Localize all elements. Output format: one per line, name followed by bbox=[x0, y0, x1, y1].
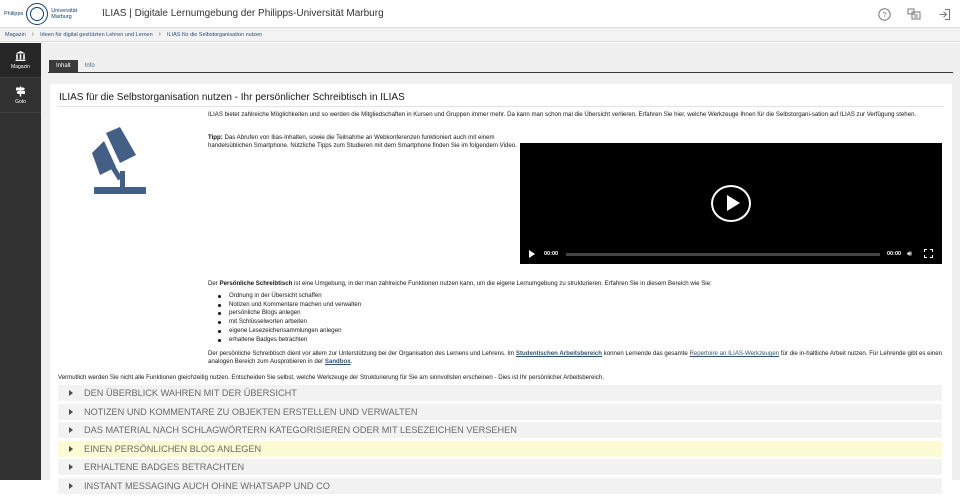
accordion-label: INSTANT MESSAGING AUCH OHNE WHATSAPP UND… bbox=[84, 480, 330, 491]
caret-right-icon bbox=[58, 481, 84, 491]
breadcrumb: Magazin › Ideen für digital gestützten L… bbox=[0, 28, 960, 42]
main-content: Inhalt Info ILIAS für die Selbstorganisa… bbox=[41, 43, 960, 494]
caret-right-icon bbox=[58, 388, 84, 398]
tab-underline bbox=[48, 72, 953, 73]
library-icon bbox=[15, 51, 26, 61]
feature-list: Ordnung in der Übersicht schaffen Notize… bbox=[216, 292, 361, 344]
accordion-label: EINEN PERSÖNLICHEN BLOG ANLEGEN bbox=[84, 443, 262, 454]
accordion-item-blog[interactable]: EINEN PERSÖNLICHEN BLOG ANLEGEN bbox=[58, 440, 942, 457]
video-current-time: 00:00 bbox=[544, 251, 559, 257]
video-total-time: 00:00 bbox=[887, 251, 902, 257]
logout-icon[interactable] bbox=[936, 6, 952, 22]
sidebar-item-goto[interactable]: Goto bbox=[0, 78, 41, 113]
list-item: mit Schlüsselworten arbeiten bbox=[216, 318, 361, 327]
desk-lamp-icon bbox=[92, 127, 146, 194]
sidebar-item-magazin[interactable]: Magazin bbox=[0, 43, 41, 78]
list-item: Ordnung in der Übersicht schaffen bbox=[216, 292, 361, 301]
desk-pre-text: Der bbox=[208, 280, 220, 287]
app-title: ILIAS | Digitale Lernumgebung der Philip… bbox=[102, 8, 384, 19]
desk-post-text: ist eine Umgebung, in der man zahlreiche… bbox=[292, 280, 712, 287]
logo-text-philipps: Philipps bbox=[4, 11, 24, 17]
accordion-item-uebersicht[interactable]: DEN ÜBERBLICK WAHREN MIT DER ÜBERSICHT bbox=[58, 385, 942, 401]
accordion-item-badges[interactable]: ERHALTENE BADGES BETRACHTEN bbox=[58, 459, 942, 475]
sidebar-item-label: Magazin bbox=[11, 64, 30, 70]
page-title: ILIAS für die Selbstorganisation nutzen … bbox=[59, 92, 405, 103]
breadcrumb-ideen[interactable]: Ideen für digital gestützten Lehren und … bbox=[40, 32, 153, 38]
video-progress-bar[interactable] bbox=[566, 253, 880, 256]
accordion-item-schlagwoerter[interactable]: DAS MATERIAL NACH SCHLAGWÖRTERN KATEGORI… bbox=[58, 422, 942, 438]
desk-term: Persönliche Schreibtisch bbox=[219, 280, 293, 287]
support-text-4: . bbox=[350, 358, 353, 366]
tip-label: Tipp: bbox=[208, 134, 223, 141]
main-sidebar: Magazin Goto bbox=[0, 43, 41, 480]
university-logo[interactable]: Philipps Universität Marburg bbox=[4, 2, 86, 26]
ilias-werkzeuge-link[interactable]: Repertoire an ILIAS-Werkzeugen bbox=[689, 350, 779, 357]
caret-right-icon bbox=[58, 462, 84, 472]
title-divider bbox=[58, 106, 944, 107]
list-item: erhaltene Badges betrachten bbox=[216, 336, 361, 345]
accordion: DEN ÜBERBLICK WAHREN MIT DER ÜBERSICHT N… bbox=[58, 385, 942, 496]
list-item: eigene Lesezeichensammlungen anlegen bbox=[216, 327, 361, 336]
closing-text: Vermutlich werden Sie nicht alle Funktio… bbox=[58, 374, 604, 381]
university-seal-icon bbox=[26, 3, 49, 25]
content-panel: ILIAS für die Selbstorganisation nutzen … bbox=[50, 84, 952, 494]
tip-text: Das Abrufen von Ilias-Inhalten, sowie di… bbox=[208, 134, 517, 150]
accordion-label: DEN ÜBERBLICK WAHREN MIT DER ÜBERSICHT bbox=[84, 388, 297, 398]
accordion-item-notizen[interactable]: NOTIZEN UND KOMMENTARE ZU OBJEKTEN ERSTE… bbox=[58, 403, 942, 420]
support-paragraph: Der persönliche Schreibtisch dient vor a… bbox=[208, 350, 948, 367]
logo-text-marburg: Marburg bbox=[51, 14, 72, 20]
support-text-1: Der persönliche Schreibtisch dient vor a… bbox=[208, 350, 516, 357]
chevron-right-icon: › bbox=[158, 31, 162, 38]
logo-text-university: Universität Marburg bbox=[51, 8, 77, 20]
accordion-label: NOTIZEN UND KOMMENTARE ZU OBJEKTEN ERSTE… bbox=[84, 406, 418, 417]
caret-right-icon bbox=[58, 407, 84, 417]
support-text-2: konnen Lernende das gesamte bbox=[602, 350, 690, 357]
tab-bar: Inhalt Info bbox=[49, 60, 102, 72]
notifications-icon[interactable] bbox=[906, 6, 922, 22]
tab-info[interactable]: Info bbox=[78, 60, 102, 72]
sidebar-item-label: Goto bbox=[15, 99, 26, 105]
sandbox-link[interactable]: Sandbox bbox=[325, 358, 351, 365]
accordion-label: DAS MATERIAL NACH SCHLAGWÖRTERN KATEGORI… bbox=[84, 425, 517, 435]
tab-inhalt[interactable]: Inhalt bbox=[49, 60, 78, 72]
intro-text: ILIAS bietet zahlreiche Möglichkeiten un… bbox=[208, 111, 917, 118]
top-header: Philipps Universität Marburg ILIAS | Dig… bbox=[0, 0, 960, 28]
play-overlay-icon[interactable] bbox=[711, 185, 751, 222]
signpost-icon bbox=[16, 86, 25, 97]
caret-right-icon bbox=[58, 425, 84, 435]
desk-description: Der Persönliche Schreibtisch ist eine Um… bbox=[208, 280, 948, 288]
accordion-label: ERHALTENE BADGES BETRACHTEN bbox=[84, 462, 245, 472]
play-icon[interactable] bbox=[529, 250, 535, 258]
help-icon[interactable]: ? bbox=[876, 6, 892, 22]
tip-paragraph: Tipp: Das Abrufen von Ilias-Inhalten, so… bbox=[208, 134, 518, 151]
video-player[interactable]: 00:00 00:00 🔊︎ bbox=[520, 143, 942, 264]
fullscreen-icon[interactable] bbox=[924, 249, 933, 258]
volume-icon[interactable]: 🔊︎ bbox=[907, 249, 912, 258]
breadcrumb-current[interactable]: ILIAS für die Selbstorganisation nutzen bbox=[167, 32, 262, 38]
list-item: Notizen und Kommentare machen und verwal… bbox=[216, 301, 361, 310]
caret-right-icon bbox=[58, 444, 84, 454]
svg-text:?: ? bbox=[882, 10, 886, 19]
breadcrumb-magazin[interactable]: Magazin bbox=[5, 32, 26, 38]
chevron-right-icon: › bbox=[31, 31, 35, 38]
list-item: persönliche Blogs anlegen bbox=[216, 309, 361, 318]
studentischer-arbeitsbereich-link[interactable]: Studentischen Arbeitsbereich bbox=[516, 350, 602, 357]
